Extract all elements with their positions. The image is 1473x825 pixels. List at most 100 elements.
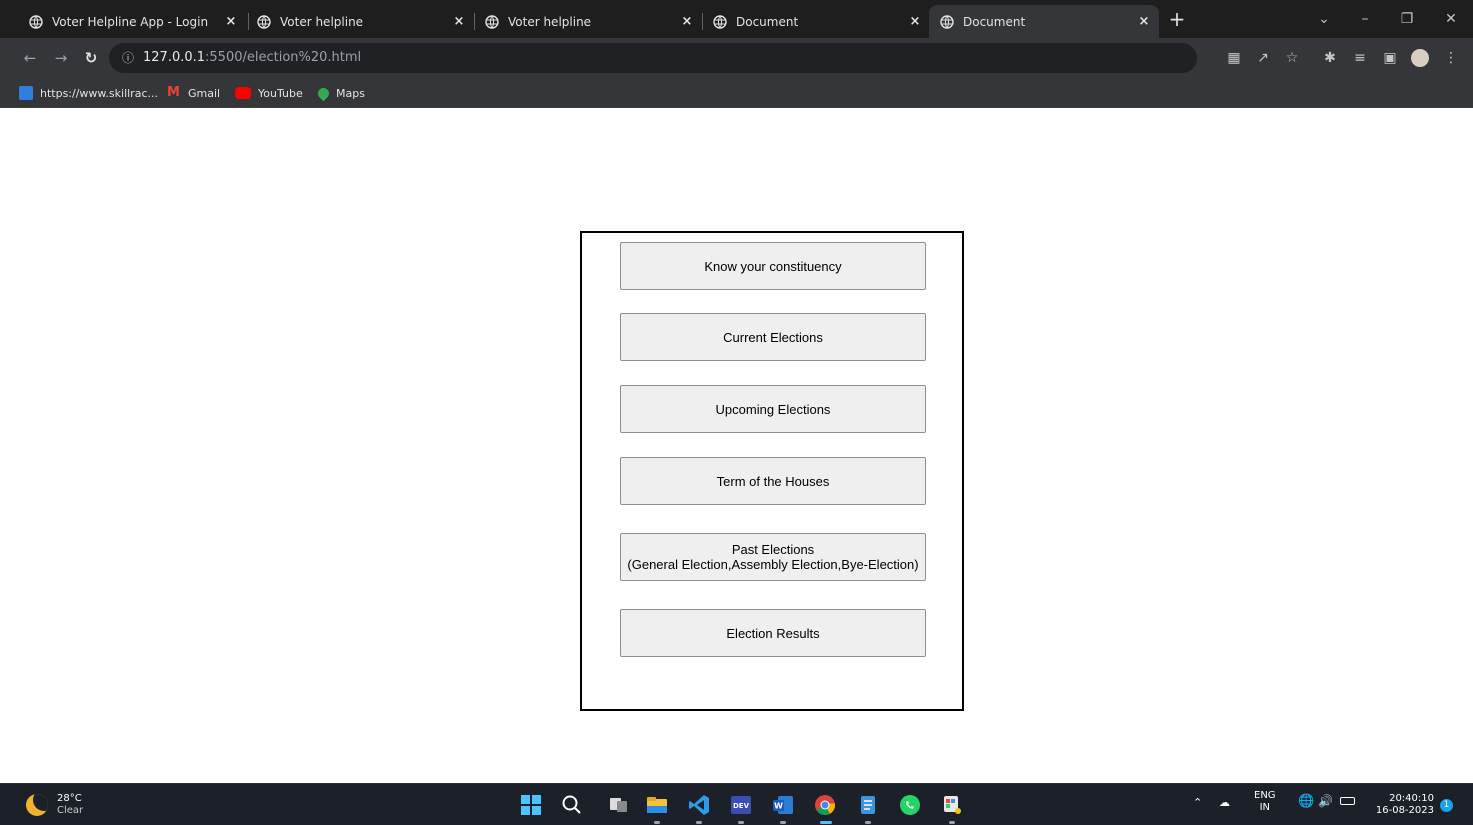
side-panel-icon[interactable]: ▣ <box>1380 48 1400 68</box>
browser-toolbar: ← → ↻ ⓘ 127.0.0.1:5500/election%20.html … <box>0 38 1473 78</box>
browser-tab[interactable]: Voter Helpline App - Login × <box>18 5 246 38</box>
page-viewport: Know your constituency Current Elections… <box>0 108 1473 783</box>
browser-tab[interactable]: Voter helpline × <box>246 5 474 38</box>
button-label: Know your constituency <box>704 258 842 274</box>
reading-list-icon[interactable]: ≡ <box>1350 48 1370 68</box>
globe-icon <box>257 14 271 29</box>
reload-icon[interactable]: ↻ <box>80 47 102 69</box>
profile-avatar[interactable] <box>1410 48 1430 68</box>
language-bottom: IN <box>1259 802 1270 813</box>
language-indicator[interactable]: ENG IN <box>1254 790 1276 814</box>
restore-icon[interactable]: ❐ <box>1389 6 1425 32</box>
bookmark-label: Gmail <box>188 86 221 100</box>
task-view-icon[interactable] <box>605 792 631 818</box>
url-path: :5500/election%20.html <box>205 50 362 65</box>
browser-tab-active[interactable]: Document × <box>929 5 1159 38</box>
button-label: Upcoming Elections <box>715 401 831 417</box>
youtube-icon <box>235 87 251 99</box>
svg-text:W: W <box>774 802 783 811</box>
url-text: 127.0.0.1:5500/election%20.html <box>143 50 361 65</box>
file-explorer-icon[interactable] <box>644 792 670 818</box>
bookmark-label: https://www.skillrac... <box>40 86 158 100</box>
running-indicator <box>654 821 660 824</box>
running-indicator <box>738 821 744 824</box>
term-of-the-houses-button[interactable]: Term of the Houses <box>620 457 926 505</box>
language-top: ENG <box>1254 790 1276 801</box>
close-window-icon[interactable]: ✕ <box>1433 6 1469 32</box>
menu-icon[interactable]: ⋮ <box>1441 48 1461 68</box>
bookmark-skillrack[interactable]: https://www.skillrac... <box>19 84 158 102</box>
bookmark-label: Maps <box>336 86 365 100</box>
search-icon[interactable] <box>559 792 585 818</box>
running-indicator <box>865 821 871 824</box>
globe-icon <box>940 14 954 29</box>
whatsapp-icon[interactable] <box>897 792 923 818</box>
onedrive-icon[interactable]: ☁ <box>1219 796 1230 809</box>
tab-title: Voter helpline <box>508 14 592 29</box>
bookmark-maps[interactable]: Maps <box>315 84 365 102</box>
button-label: Current Elections <box>723 329 823 345</box>
current-elections-button[interactable]: Current Elections <box>620 313 926 361</box>
bookmark-star-icon[interactable]: ☆ <box>1282 48 1302 68</box>
weather-text: 28°C Clear <box>57 793 83 817</box>
bookmark-gmail[interactable]: M Gmail <box>167 84 220 102</box>
election-results-button[interactable]: Election Results <box>620 609 926 657</box>
browser-tab[interactable]: Voter helpline × <box>474 5 702 38</box>
weather-description: Clear <box>57 805 84 816</box>
vscode-icon[interactable] <box>686 792 712 818</box>
svg-text:DEV: DEV <box>733 802 750 810</box>
running-indicator <box>780 821 786 824</box>
close-tab-icon[interactable]: × <box>678 14 696 29</box>
close-tab-icon[interactable]: × <box>450 14 468 29</box>
forward-icon[interactable]: → <box>50 47 72 69</box>
clock-time: 20:40:10 <box>1389 793 1434 804</box>
upcoming-elections-button[interactable]: Upcoming Elections <box>620 385 926 433</box>
word-icon[interactable]: W <box>770 792 796 818</box>
close-tab-icon[interactable]: × <box>222 14 240 29</box>
show-hidden-icons[interactable]: ⌃ <box>1193 796 1202 809</box>
button-label: Term of the Houses <box>716 473 830 489</box>
notepad-icon[interactable] <box>855 792 881 818</box>
back-icon[interactable]: ← <box>19 47 41 69</box>
tab-title: Document <box>736 14 799 29</box>
battery-icon[interactable] <box>1340 795 1355 808</box>
site-info-icon[interactable]: ⓘ <box>120 50 136 66</box>
browser-tab[interactable]: Document × <box>702 5 930 38</box>
tab-title: Voter helpline <box>280 14 364 29</box>
close-tab-icon[interactable]: × <box>906 14 924 29</box>
paint-icon[interactable] <box>939 792 965 818</box>
system-clock[interactable]: 20:40:10 16-08-2023 <box>1368 793 1434 817</box>
chrome-icon[interactable] <box>812 792 838 818</box>
election-menu-panel: Know your constituency Current Elections… <box>580 231 964 711</box>
new-tab-button[interactable]: + <box>1168 9 1186 29</box>
button-label: Election Results <box>726 625 820 641</box>
bookmarks-bar: https://www.skillrac... M Gmail YouTube … <box>0 78 1473 108</box>
extensions-icon[interactable]: ✱ <box>1320 48 1340 68</box>
volume-icon[interactable]: 🔊 <box>1318 794 1333 808</box>
address-bar[interactable]: ⓘ 127.0.0.1:5500/election%20.html <box>109 43 1197 73</box>
network-icon[interactable]: 🌐 <box>1298 794 1314 809</box>
active-app-indicator <box>820 821 832 824</box>
translate-icon[interactable]: ▦ <box>1224 48 1244 68</box>
know-your-constituency-button[interactable]: Know your constituency <box>620 242 926 290</box>
tab-strip: Voter Helpline App - Login × Voter helpl… <box>0 0 1473 38</box>
moon-icon <box>26 794 48 816</box>
windows-taskbar: 28°C Clear DEV W ⌃ ☁ ENG IN 🌐 🔊 20:40:10… <box>0 783 1473 825</box>
bookmark-youtube[interactable]: YouTube <box>235 84 303 102</box>
gmail-icon: M <box>167 85 180 100</box>
share-icon[interactable]: ↗ <box>1253 48 1273 68</box>
past-elections-button[interactable]: Past Elections (General Election,Assembl… <box>620 533 926 581</box>
button-label: Past Elections <box>731 542 815 557</box>
globe-icon <box>485 14 499 29</box>
close-tab-icon[interactable]: × <box>1135 14 1153 29</box>
tab-title: Document <box>963 14 1026 29</box>
weather-widget[interactable]: 28°C Clear <box>26 793 83 817</box>
notification-badge[interactable]: 1 <box>1440 799 1453 812</box>
globe-icon <box>713 14 727 29</box>
tab-title: Voter Helpline App - Login <box>52 14 209 29</box>
windows-start-icon[interactable] <box>518 792 544 818</box>
globe-icon <box>29 14 43 29</box>
minimize-icon[interactable]: – <box>1347 6 1383 32</box>
tab-search-icon[interactable]: ⌄ <box>1306 6 1342 32</box>
dev-icon[interactable]: DEV <box>728 792 754 818</box>
